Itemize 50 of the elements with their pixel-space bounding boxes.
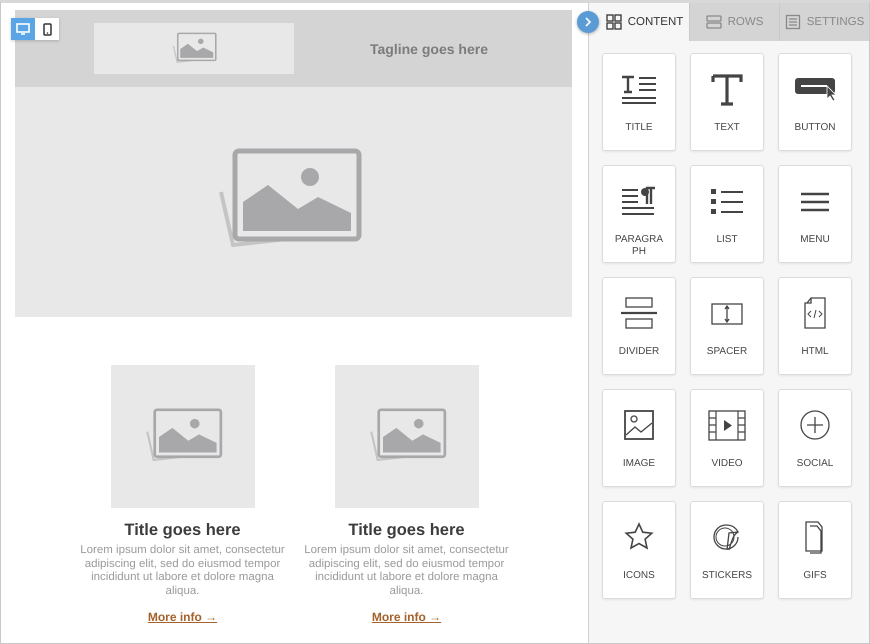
image-placeholder[interactable]	[334, 365, 478, 508]
logo-placeholder[interactable]	[94, 23, 294, 74]
content-block-tile[interactable]: STICKERS	[690, 501, 764, 599]
block-label: MENU	[800, 234, 830, 246]
image-placeholder-icon	[171, 32, 217, 66]
column-title: Title goes here	[124, 521, 241, 540]
column-body-text: Lorem ipsum dolor sit amet, consectetur adipiscing elit, sed do eiusmod tempor incididunt ut labore et dolore magna aliqua.	[304, 544, 510, 598]
tagline: Tagline goes here	[369, 40, 489, 56]
block-label: LIST	[716, 234, 738, 246]
block-label: STICKERS	[702, 570, 752, 582]
more-info-link[interactable]: More info →	[372, 610, 442, 624]
block-label: BUTTON	[794, 122, 836, 134]
block-label: TITLE	[625, 122, 653, 134]
content-block-tile[interactable]: IMAGE	[602, 389, 676, 487]
block-label: DIVIDER	[618, 346, 660, 358]
column-body-text: Lorem ipsum dolor sit amet, consectetur adipiscing elit, sed do eiusmod tempor incididunt ut labore et dolore magna aliqua.	[80, 544, 286, 598]
content-block-tile[interactable]: SOCIAL	[778, 389, 852, 487]
content-block-tile[interactable]: PARAGRAPH	[602, 165, 676, 263]
content-block-tile[interactable]: BUTTON	[778, 53, 852, 151]
content-block-tile[interactable]: MENU	[778, 165, 852, 263]
content-block-tile[interactable]: TITLE	[602, 53, 676, 151]
block-label: GIFS	[803, 570, 827, 582]
settings-icon	[784, 14, 801, 30]
chevron-right-icon	[584, 17, 592, 27]
collapse-panel-button[interactable]	[577, 11, 599, 33]
content-block-tile[interactable]: VIDEO	[690, 389, 764, 487]
block-label: ICONS	[623, 570, 655, 582]
block-label: HTML	[801, 346, 829, 358]
grid-icon	[606, 14, 622, 30]
content-block-tile[interactable]: TEXT	[690, 53, 764, 151]
block-label: SOCIAL	[796, 458, 834, 470]
block-label: SPACER	[706, 346, 748, 358]
content-block-tile[interactable]: HTML	[778, 277, 852, 375]
mobile-view-button[interactable]	[35, 18, 59, 40]
content-block-tile[interactable]: ICONS	[602, 501, 676, 599]
phone-icon	[42, 22, 52, 36]
content-block-tile[interactable]: GIFS	[778, 501, 852, 599]
block-label: PARAGRAPH	[614, 234, 664, 258]
column-title: Title goes here	[348, 521, 465, 540]
rows-icon	[706, 14, 722, 30]
block-label: TEXT	[714, 122, 740, 134]
content-block-tile[interactable]: DIVIDER	[602, 277, 676, 375]
content-block-tile[interactable]: LIST	[690, 165, 764, 263]
block-label: VIDEO	[711, 458, 743, 470]
hero-image-placeholder[interactable]	[15, 87, 572, 317]
image-placeholder[interactable]	[110, 365, 254, 508]
more-info-link[interactable]: More info →	[148, 610, 218, 624]
block-label: IMAGE	[622, 458, 656, 470]
monitor-icon	[16, 23, 30, 35]
content-block-tile[interactable]: SPACER	[690, 277, 764, 375]
